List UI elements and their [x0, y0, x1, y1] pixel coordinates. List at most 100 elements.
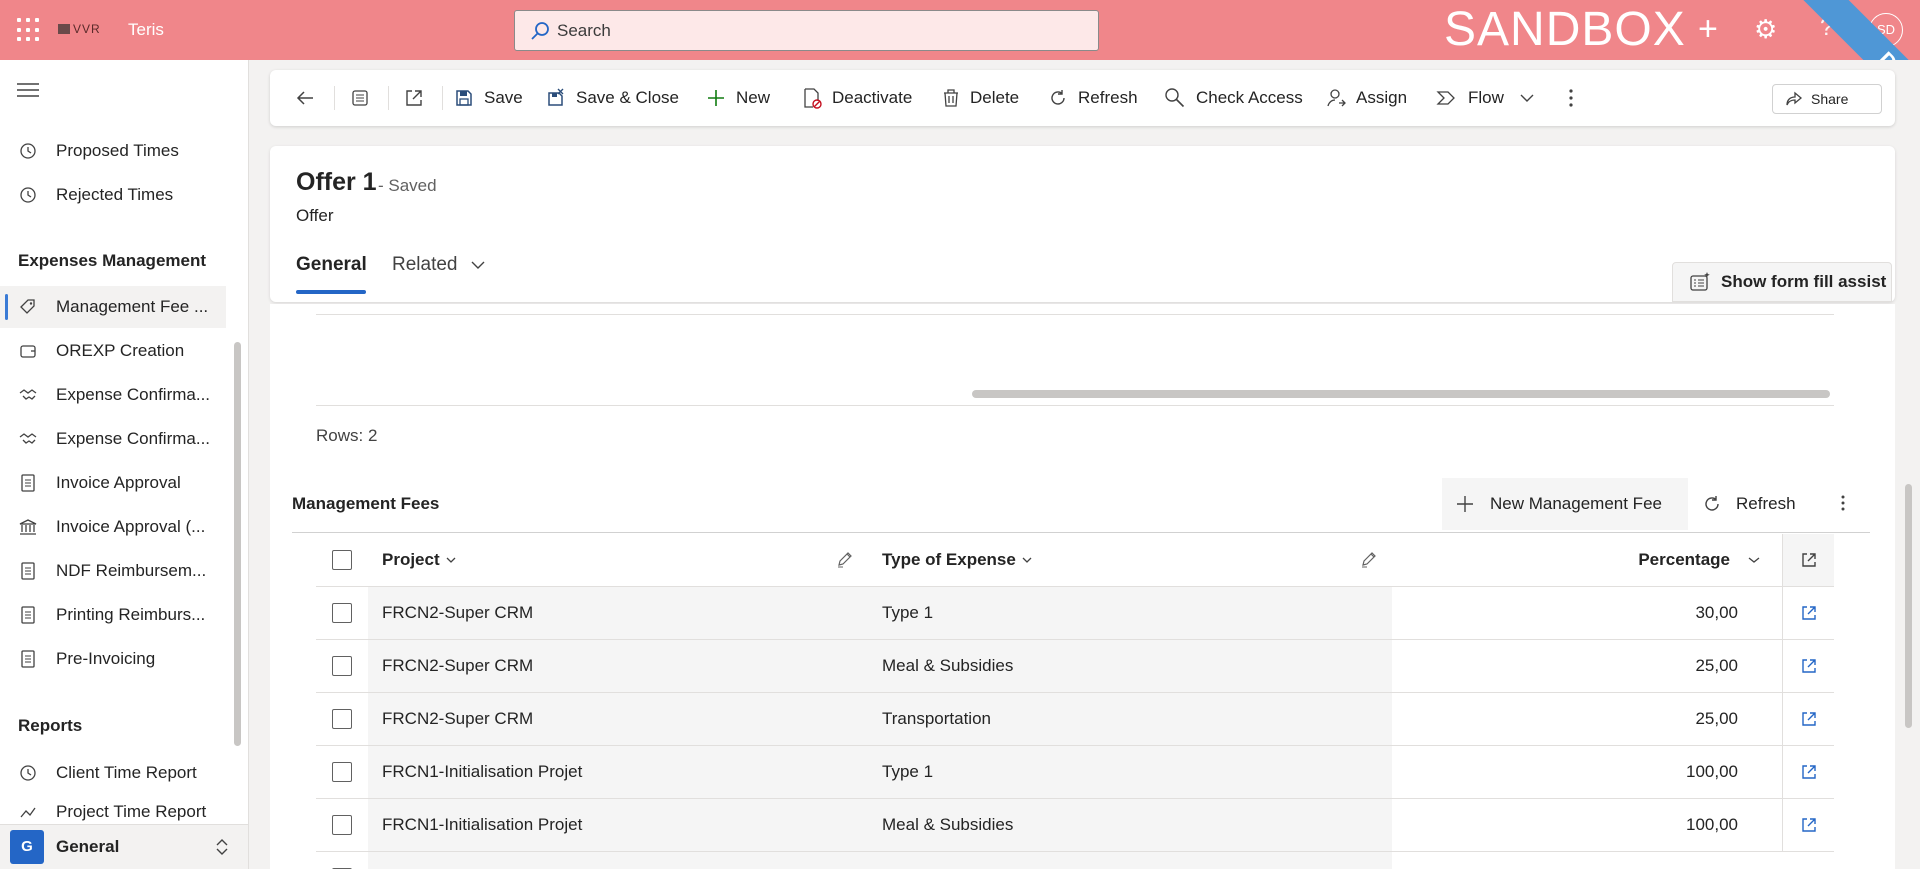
main-vertical-scrollbar[interactable]	[1905, 484, 1912, 728]
share-button[interactable]: Share	[1772, 84, 1882, 114]
subgrid-refresh-button[interactable]: Refresh	[1702, 478, 1796, 530]
sidebar-item-partial[interactable]	[0, 90, 226, 114]
sidebar-item-label: Rejected Times	[56, 185, 174, 204]
sidebar-item-printing-reimbursement[interactable]: Printing Reimburs...	[0, 594, 226, 636]
more-vertical-icon[interactable]	[1840, 492, 1846, 512]
sidebar-scrollbar[interactable]	[234, 342, 241, 746]
save-button[interactable]: Save	[454, 70, 523, 126]
open-record-link[interactable]	[1782, 693, 1834, 745]
clock-icon	[18, 141, 38, 161]
row-checkbox[interactable]	[316, 852, 368, 869]
cell-project[interactable]: FRCN1-Initialisation Projet	[368, 799, 868, 851]
tab-related[interactable]: Related	[392, 254, 485, 276]
row-checkbox[interactable]	[316, 640, 368, 692]
row-checkbox[interactable]	[316, 587, 368, 639]
cell-project[interactable]: FRCN2-Super CRM	[368, 587, 868, 639]
share-icon	[1786, 91, 1803, 106]
save-close-button[interactable]: Save & Close	[546, 70, 679, 126]
sidebar-item-pre-invoicing[interactable]: Pre-Invoicing	[0, 638, 226, 680]
sidebar-item-invoice-approval-2[interactable]: Invoice Approval (...	[0, 506, 226, 548]
back-button[interactable]	[294, 70, 326, 126]
sidebar-item-expense-confirmation-2[interactable]: Expense Confirma...	[0, 418, 226, 460]
edit-pencil-icon[interactable]	[1360, 550, 1378, 568]
delete-label: Delete	[970, 88, 1020, 107]
column-header-project[interactable]: Project	[368, 534, 868, 586]
new-label: New	[736, 88, 771, 107]
show-form-fill-assist-button[interactable]: Show form fill assist	[1672, 262, 1892, 302]
cell-project[interactable]: FRCN2-Super CRM	[368, 693, 868, 745]
deactivate-button[interactable]: Deactivate	[802, 70, 912, 126]
nav-group-reports: Reports	[18, 716, 83, 735]
sidebar-item-label: Client Time Report	[56, 763, 197, 782]
assign-label: Assign	[1356, 88, 1408, 107]
sidebar-item-expense-confirmation-1[interactable]: Expense Confirma...	[0, 374, 226, 416]
sidebar-item-management-fee[interactable]: Management Fee ...	[0, 286, 226, 328]
row-checkbox[interactable]	[316, 693, 368, 745]
assign-button[interactable]: Assign	[1326, 70, 1407, 126]
cell-project[interactable]: FRCN2-Super CRM	[368, 640, 868, 692]
add-icon[interactable]: +	[1698, 10, 1718, 49]
open-record-link[interactable]	[1782, 799, 1834, 851]
open-record-link[interactable]	[1782, 640, 1834, 692]
column-header-type-of-expense[interactable]: Type of Expense	[868, 534, 1392, 586]
table-row[interactable]: FRCN2-Super CRM Transportation 25,00	[316, 693, 1834, 746]
search-input[interactable]: Search	[514, 10, 1099, 51]
chevron-down-icon	[1022, 557, 1032, 563]
table-row[interactable]: FRCN2-Super CRM Meal & Subsidies 25,00	[316, 640, 1834, 693]
refresh-button[interactable]: Refresh	[1048, 70, 1138, 126]
open-record-column-header[interactable]	[1782, 534, 1834, 586]
table-row[interactable]: FRCN2-Super CRM Type 1 30,00	[316, 587, 1834, 640]
tab-general[interactable]: General	[296, 254, 367, 276]
sidebar-item-client-time-report[interactable]: Client Time Report	[0, 752, 226, 794]
magnifier-icon	[1165, 88, 1185, 108]
handshake-icon	[18, 385, 38, 405]
sidebar-item-orexp-creation[interactable]: OREXP Creation	[0, 330, 226, 372]
delete-button[interactable]: Delete	[942, 70, 1019, 126]
save-close-label: Save & Close	[576, 88, 679, 107]
flow-icon	[1436, 91, 1455, 105]
active-tab-indicator	[296, 290, 366, 294]
open-record-link[interactable]	[1782, 587, 1834, 639]
row-checkbox[interactable]	[316, 746, 368, 798]
open-new-window-button[interactable]	[404, 70, 434, 126]
cell-project	[368, 852, 868, 869]
new-management-fee-button[interactable]: New Management Fee	[1442, 478, 1688, 530]
divider	[316, 314, 1834, 315]
column-header-percentage[interactable]: Percentage	[1392, 534, 1782, 586]
form-view-button[interactable]	[350, 70, 380, 126]
settings-gear-icon[interactable]: ⚙	[1754, 14, 1777, 45]
sidebar-item-proposed-times[interactable]: Proposed Times	[0, 130, 226, 172]
table-row[interactable]: FRCN1-Initialisation Projet Meal & Subsi…	[316, 799, 1834, 852]
sidebar-item-project-time-report[interactable]: Project Time Report	[0, 794, 226, 824]
form-assist-icon	[1690, 272, 1710, 291]
divider	[334, 86, 335, 110]
sidebar-item-ndf-reimbursement[interactable]: NDF Reimbursem...	[0, 550, 226, 592]
more-commands-button[interactable]	[1568, 70, 1584, 126]
flow-button[interactable]: Flow	[1436, 70, 1544, 126]
app-name[interactable]: Teris	[128, 20, 164, 40]
new-button[interactable]: New	[706, 70, 770, 126]
open-record-link[interactable]	[1782, 746, 1834, 798]
open-in-new-icon	[1801, 553, 1816, 567]
chevron-up-down-icon	[216, 839, 228, 855]
row-checkbox[interactable]	[316, 799, 368, 851]
record-entity-name: Offer	[296, 206, 334, 225]
horizontal-scrollbar[interactable]	[972, 390, 1830, 398]
check-access-button[interactable]: Check Access	[1164, 70, 1303, 126]
cell-type-of-expense: Type 1	[868, 587, 1392, 639]
sidebar-item-rejected-times[interactable]: Rejected Times	[0, 174, 226, 216]
divider	[292, 532, 1870, 533]
column-header-label: Project	[382, 550, 440, 569]
divider	[316, 405, 1834, 406]
chevron-down-icon	[471, 261, 485, 269]
table-row-partial[interactable]	[316, 852, 1834, 869]
area-switcher[interactable]: G General	[0, 824, 248, 869]
select-all-checkbox[interactable]	[316, 534, 368, 586]
edit-pencil-icon[interactable]	[836, 550, 854, 568]
search-placeholder: Search	[557, 21, 611, 40]
cell-project[interactable]: FRCN1-Initialisation Projet	[368, 746, 868, 798]
table-row[interactable]: FRCN1-Initialisation Projet Type 1 100,0…	[316, 746, 1834, 799]
search-icon	[531, 22, 549, 40]
app-launcher-icon[interactable]	[16, 17, 42, 43]
sidebar-item-invoice-approval[interactable]: Invoice Approval	[0, 462, 226, 504]
